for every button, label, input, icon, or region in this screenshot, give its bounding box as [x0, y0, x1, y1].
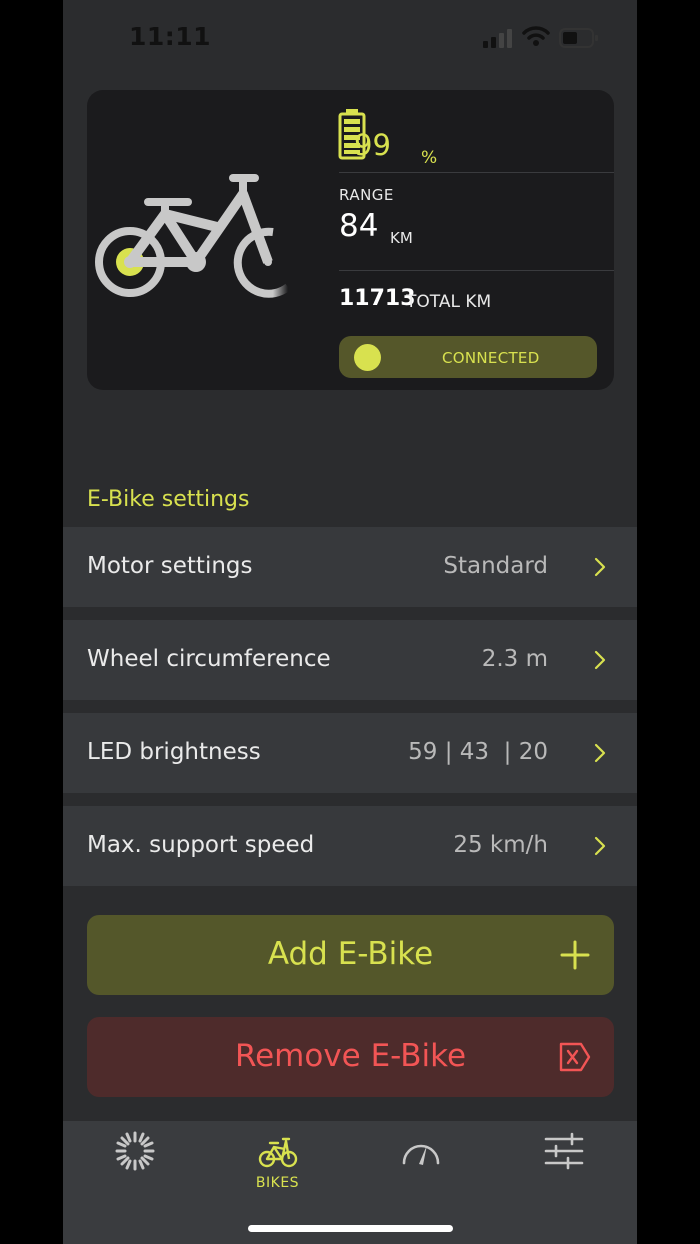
- range-value: 84: [339, 208, 379, 244]
- row-value: 2.3 m: [481, 646, 548, 672]
- wifi-icon: [522, 26, 550, 46]
- row-label: Wheel circumference: [87, 646, 331, 672]
- status-bar: 11:11: [63, 0, 637, 76]
- row-label: Max. support speed: [87, 832, 315, 858]
- battery-status-icon: [559, 28, 598, 48]
- tab-bikes-label: BIKES: [255, 1175, 300, 1191]
- battery-unit: %: [421, 148, 438, 168]
- chevron-right-icon: [594, 836, 606, 856]
- settings-row-wheel[interactable]: Wheel circumference 2.3 m: [63, 620, 637, 700]
- total-km-label: TOTAL KM: [406, 292, 492, 312]
- row-label: LED brightness: [87, 739, 261, 765]
- settings-row-motor[interactable]: Motor settings Standard: [63, 527, 637, 607]
- chevron-right-icon: [594, 557, 606, 577]
- row-label: Motor settings: [87, 553, 253, 579]
- home-indicator[interactable]: [248, 1225, 453, 1232]
- tab-speedometer[interactable]: [349, 1121, 492, 1221]
- app-screen: 11:11 99 % RANGE 84 KM 11713 TOTAL KM CO…: [63, 0, 637, 1244]
- row-value: 59 | 43 | 20: [408, 739, 548, 765]
- toggle-knob: [354, 344, 381, 371]
- add-ebike-button[interactable]: Add E-Bike: [87, 915, 614, 995]
- settings-row-speed[interactable]: Max. support speed 25 km/h: [63, 806, 637, 886]
- plus-icon: [560, 940, 590, 970]
- divider: [339, 172, 614, 173]
- tab-dashboard[interactable]: [63, 1121, 206, 1221]
- status-time: 11:11: [129, 22, 212, 51]
- total-km-value: 11713: [339, 286, 416, 311]
- ebike-illustration: [95, 174, 291, 298]
- signal-icon: [483, 29, 512, 48]
- chevron-right-icon: [594, 650, 606, 670]
- remove-ebike-button[interactable]: Remove E-Bike: [87, 1017, 614, 1097]
- settings-row-led[interactable]: LED brightness 59 | 43 | 20: [63, 713, 637, 793]
- section-title: E-Bike settings: [87, 487, 250, 512]
- add-ebike-label: Add E-Bike: [267, 936, 434, 972]
- divider: [339, 270, 614, 271]
- range-unit: KM: [390, 229, 413, 247]
- remove-ebike-label: Remove E-Bike: [234, 1038, 467, 1074]
- range-label: RANGE: [339, 186, 394, 204]
- tab-settings[interactable]: [492, 1121, 635, 1221]
- connection-toggle[interactable]: CONNECTED: [339, 336, 597, 378]
- bike-icon: [258, 1137, 297, 1168]
- row-value: Standard: [443, 553, 548, 579]
- loading-sun-icon: [115, 1131, 154, 1171]
- chevron-right-icon: [594, 743, 606, 763]
- remove-tag-icon: [559, 1042, 591, 1072]
- connection-status: CONNECTED: [442, 349, 540, 367]
- sliders-icon: [544, 1132, 583, 1170]
- battery-percent: 99: [354, 128, 391, 162]
- tab-bikes[interactable]: BIKES: [206, 1121, 349, 1221]
- row-value: 25 km/h: [453, 832, 548, 858]
- speedometer-icon: [402, 1144, 439, 1165]
